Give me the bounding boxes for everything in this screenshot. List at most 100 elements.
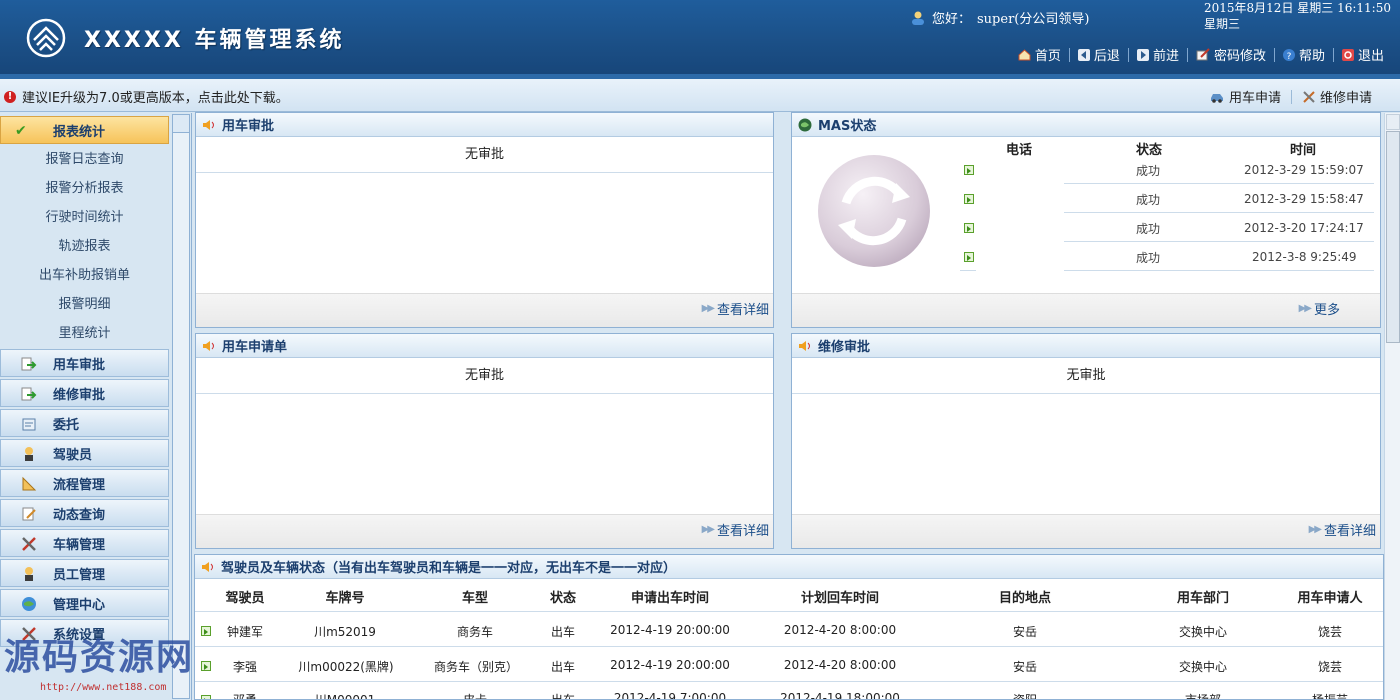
sidebar-category-label: 动态查询 — [53, 507, 106, 523]
table-cell: 市场部 — [1184, 693, 1221, 700]
arrow-doc-icon — [21, 387, 37, 401]
column-header-time: 时间 — [1290, 143, 1317, 158]
car-approval-header: 用车审批 — [196, 113, 773, 137]
go-icon[interactable] — [964, 252, 974, 262]
edit-doc-icon — [22, 507, 36, 521]
sidebar-category-delegate[interactable]: 委托 — [0, 409, 169, 437]
column-header-status: 状态 — [1136, 143, 1163, 158]
more-link[interactable]: ▶▶ 更多 — [1299, 299, 1340, 318]
mas-time-cell: 2012-3-20 17:24:17 — [1244, 221, 1364, 235]
go-icon[interactable] — [964, 223, 974, 233]
help-icon: ? — [1282, 48, 1295, 61]
table-cell: 商务车 — [456, 625, 493, 639]
forward-icon — [1136, 48, 1149, 61]
sync-icon — [818, 155, 930, 267]
table-cell: 川M00001 — [314, 693, 376, 700]
sidebar-category-label: 驾驶员 — [53, 447, 93, 463]
table-cell: 2012-4-19 20:00:00 — [610, 623, 730, 637]
sidebar-category-workflow[interactable]: 流程管理 — [0, 469, 169, 497]
nav-help[interactable]: ? 帮助 — [1275, 45, 1333, 64]
sidebar-category-vehicle[interactable]: 车辆管理 — [0, 529, 169, 557]
go-icon[interactable] — [201, 695, 211, 699]
table-cell: 出车 — [550, 625, 575, 639]
sidebar-item-alarm-analysis[interactable]: 报警分析报表 — [0, 174, 169, 203]
view-details-link[interactable]: ▶▶ 查看详细 — [702, 520, 769, 539]
home-icon — [1018, 49, 1031, 61]
datetime: 2015年8月12日 星期三 16:11:50 星期三 — [1204, 0, 1391, 32]
sidebar-item-mileage[interactable]: 里程统计 — [0, 319, 169, 348]
sidebar-scroll-up[interactable] — [173, 115, 189, 133]
user-greeting: 您好： super(分公司领导) — [910, 8, 1089, 27]
panel-title: 维修审批 — [818, 340, 871, 355]
table-cell: 川m52019 — [314, 625, 376, 639]
repair-approval-panel: 维修审批 无审批 ▶▶ 查看详细 — [791, 333, 1381, 549]
password-icon — [1196, 48, 1210, 61]
main-scrollbar[interactable] — [1384, 113, 1400, 700]
mas-status-cell: 成功 — [1136, 193, 1161, 207]
sidebar-category-label: 车辆管理 — [53, 537, 106, 553]
table-cell: 商务车（别克） — [433, 660, 518, 674]
sidebar-item-track-report[interactable]: 轨迹报表 — [0, 232, 169, 261]
notice-bar: ! 建议IE升级为7.0或更高版本，点击此处下载。 用车申请 维修申请 — [0, 79, 1400, 112]
ie-upgrade-notice[interactable]: ! 建议IE升级为7.0或更高版本，点击此处下载。 — [4, 87, 289, 106]
sidebar-category-repair-approval[interactable]: 维修审批 — [0, 379, 169, 407]
sidebar-item-alarm-detail[interactable]: 报警明细 — [0, 290, 169, 319]
mas-status-panel: MAS状态 电话 状态 时间 成功 2012-3-29 15:59:07 成功 … — [791, 112, 1381, 328]
go-icon[interactable] — [201, 626, 211, 636]
repair-request-label: 维修申请 — [1319, 91, 1372, 106]
go-icon[interactable] — [201, 661, 211, 671]
view-details-link[interactable]: ▶▶ 查看详细 — [1309, 520, 1376, 539]
svg-text:?: ? — [1287, 52, 1292, 61]
weekday-text: 星期三 — [1204, 17, 1241, 31]
sidebar-category-reports[interactable]: ✔ 报表统计 — [0, 116, 169, 144]
column-header-return-time: 计划回车时间 — [800, 591, 879, 606]
row-divider — [195, 646, 1383, 647]
sidebar-category-staff[interactable]: 员工管理 — [0, 559, 169, 587]
row-divider — [195, 681, 1383, 682]
sidebar-category-car-approval[interactable]: 用车审批 — [0, 349, 169, 377]
watermark-url: http://www.net188.com — [40, 682, 167, 693]
panel-title: 驾驶员及车辆状态（当有出车驾驶员和车辆是一一对应，无出车不是一一对应） — [221, 561, 677, 576]
nav-back[interactable]: 后退 — [1070, 45, 1128, 64]
nav-password-label: 密码修改 — [1213, 49, 1266, 64]
sidebar-item-drive-time[interactable]: 行驶时间统计 — [0, 203, 169, 232]
mas-status-cell: 成功 — [1136, 222, 1161, 236]
staff-icon — [25, 567, 33, 581]
sidebar-category-label: 委托 — [53, 417, 80, 433]
column-header-depart-time: 申请出车时间 — [630, 591, 709, 606]
app-title: XXXXX 车辆管理系统 — [84, 28, 345, 53]
speaker-icon — [202, 561, 213, 572]
table-cell: 安岳 — [1012, 660, 1037, 674]
nav-exit[interactable]: 退出 — [1334, 45, 1392, 64]
sidebar-category-dynamic-query[interactable]: 动态查询 — [0, 499, 169, 527]
scroll-up-button[interactable] — [1386, 114, 1400, 130]
car-request-label: 用车申请 — [1228, 91, 1281, 106]
double-arrow-icon: ▶▶ — [1298, 303, 1312, 314]
app-header: XXXXX 车辆管理系统 您好： super(分公司领导) 2015年8月12日… — [0, 0, 1400, 74]
scroll-thumb[interactable] — [1386, 131, 1400, 343]
nav-home-label: 首页 — [1034, 49, 1061, 64]
sidebar-scrollbar[interactable] — [172, 114, 190, 699]
date-text: 2015年8月12日 星期三 16:11:50 — [1204, 1, 1391, 15]
sidebar-item-alarm-log[interactable]: 报警日志查询 — [0, 145, 169, 174]
nav-forward[interactable]: 前进 — [1129, 45, 1187, 64]
sidebar: ✔ 报表统计 报警日志查询 报警分析报表 行驶时间统计 轨迹报表 出车补助报销单… — [0, 113, 192, 700]
sidebar-category-label: 维修审批 — [53, 387, 106, 403]
column-header-status: 状态 — [549, 591, 576, 606]
globe-icon — [22, 597, 36, 611]
nav-home[interactable]: 首页 — [1010, 45, 1069, 64]
sidebar-category-admin-center[interactable]: 管理中心 — [0, 589, 169, 617]
view-details-link[interactable]: ▶▶ 查看详细 — [702, 299, 769, 318]
delegate-icon — [22, 418, 36, 431]
nav-password[interactable]: 密码修改 — [1188, 45, 1274, 64]
sidebar-item-subsidy[interactable]: 出车补助报销单 — [0, 261, 169, 290]
repair-request-button[interactable]: 维修申请 — [1302, 87, 1372, 106]
empty-message: 无审批 — [196, 358, 773, 394]
go-icon[interactable] — [964, 165, 974, 175]
car-request-button[interactable]: 用车申请 — [1209, 87, 1281, 106]
nav-back-label: 后退 — [1093, 49, 1120, 64]
panel-title: 用车申请单 — [222, 340, 288, 355]
sidebar-category-driver[interactable]: 驾驶员 — [0, 439, 169, 467]
row-divider — [1064, 270, 1374, 271]
go-icon[interactable] — [964, 194, 974, 204]
